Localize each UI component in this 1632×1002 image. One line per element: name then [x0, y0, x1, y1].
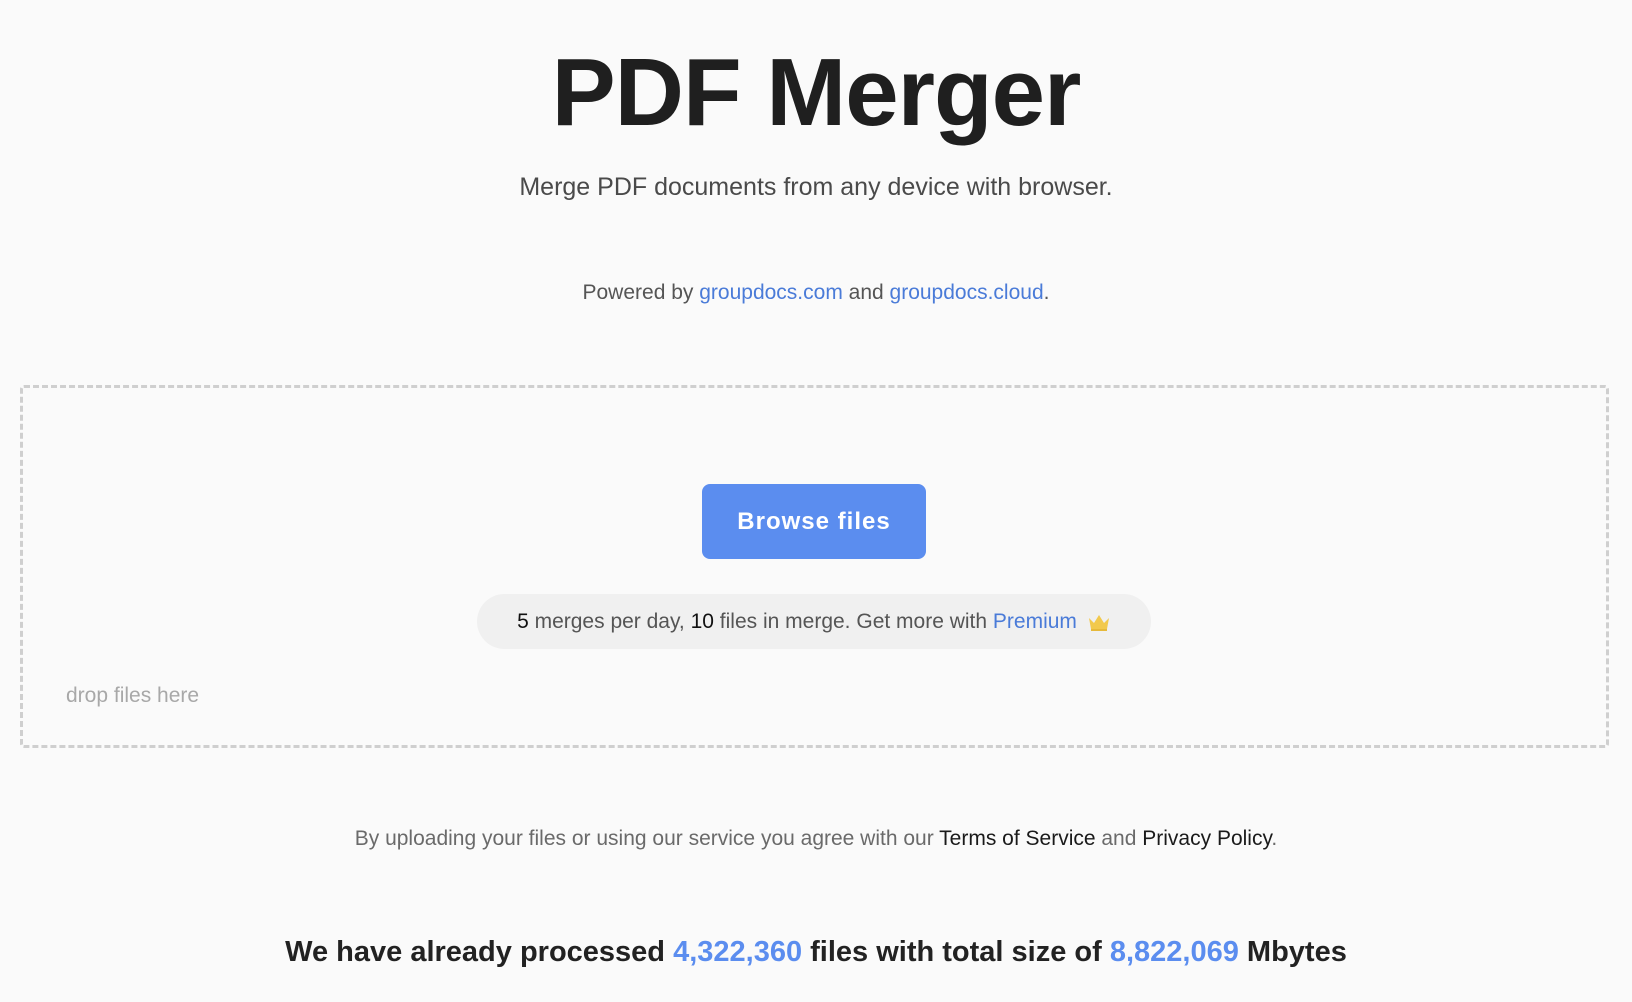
terms-suffix: . — [1271, 827, 1278, 850]
powered-by-middle: and — [842, 281, 890, 304]
files-processed-count: 4,322,360 — [673, 936, 803, 968]
crown-icon — [1087, 612, 1111, 632]
drop-files-hint: drop files here — [66, 684, 200, 707]
terms-middle: and — [1095, 827, 1143, 850]
terms-prefix: By uploading your files or using our ser… — [354, 827, 940, 850]
merges-text: merges per day, — [528, 609, 691, 633]
powered-by-prefix: Powered by — [582, 281, 700, 304]
files-text: files in merge. Get more with — [713, 609, 993, 633]
processing-stats: We have already processed 4,322,360 file… — [0, 932, 1632, 972]
terms-of-service-link[interactable]: Terms of Service — [939, 827, 1095, 850]
browse-files-button[interactable]: Browse files — [702, 484, 926, 559]
total-size-value: 8,822,069 — [1109, 936, 1239, 968]
usage-limits-banner: 5 merges per day, 10 files in merge. Get… — [477, 594, 1151, 649]
stats-suffix: Mbytes — [1238, 936, 1347, 968]
merges-count: 5 — [517, 609, 529, 633]
files-count: 10 — [690, 609, 714, 633]
premium-link[interactable]: Premium — [993, 610, 1077, 634]
groupdocs-com-link[interactable]: groupdocs.com — [699, 281, 843, 304]
terms-notice: By uploading your files or using our ser… — [0, 824, 1632, 854]
groupdocs-cloud-link[interactable]: groupdocs.cloud — [890, 281, 1044, 304]
page: PDF Merger Merge PDF documents from any … — [0, 0, 1632, 1002]
file-drop-zone[interactable] — [20, 385, 1609, 748]
page-title: PDF Merger — [551, 39, 1082, 146]
page-subtitle: Merge PDF documents from any device with… — [519, 173, 1113, 201]
privacy-policy-link[interactable]: Privacy Policy — [1142, 827, 1271, 850]
powered-by-suffix: . — [1043, 281, 1050, 304]
stats-middle: files with total size of — [802, 936, 1110, 968]
powered-by-line: Powered by groupdocs.com and groupdocs.c… — [0, 278, 1632, 308]
stats-prefix: We have already processed — [285, 936, 674, 968]
